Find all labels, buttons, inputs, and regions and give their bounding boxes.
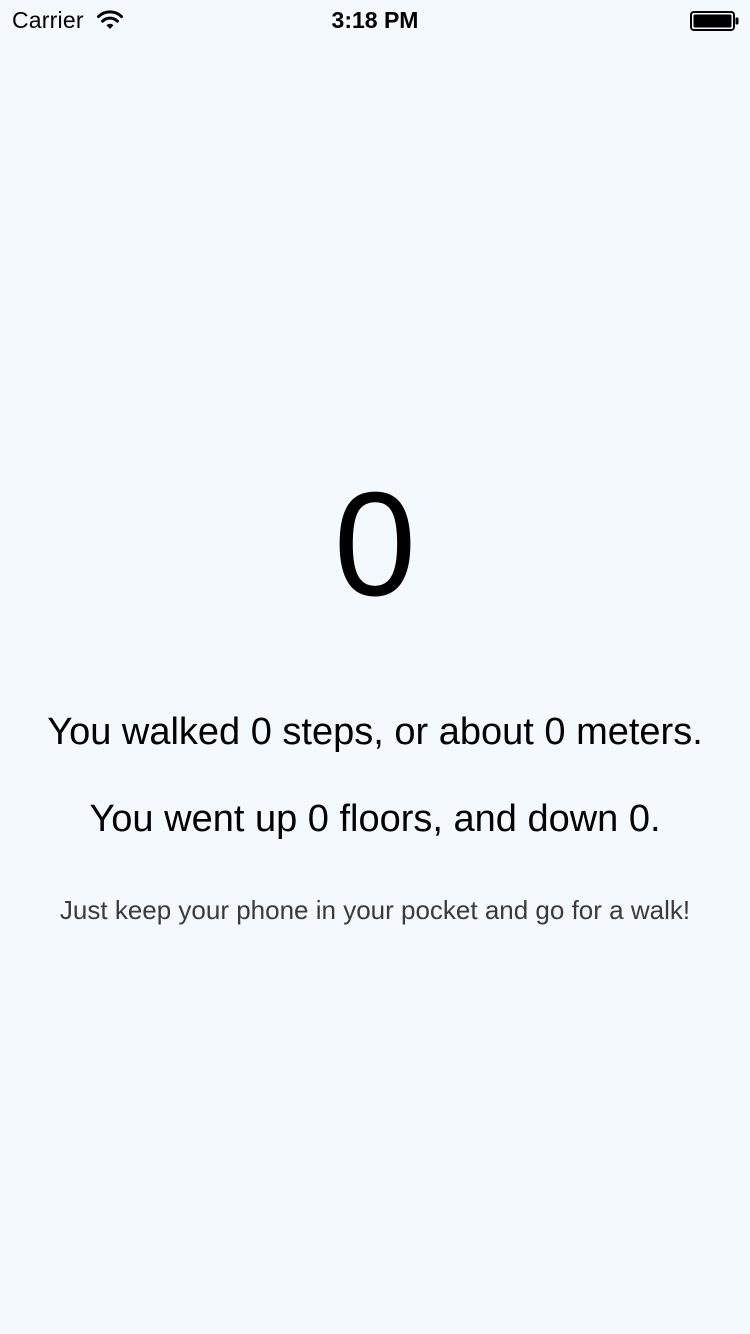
steps-distance-text: You walked 0 steps, or about 0 meters. [47,711,703,753]
hint-text: Just keep your phone in your pocket and … [59,895,691,925]
floors-text: You went up 0 floors, and down 0. [89,798,661,840]
step-count: 0 [333,462,417,627]
battery-icon [690,11,739,31]
status-time: 3:18 PM [331,7,419,33]
status-bar: Carrier 3:18 PM [0,0,750,40]
